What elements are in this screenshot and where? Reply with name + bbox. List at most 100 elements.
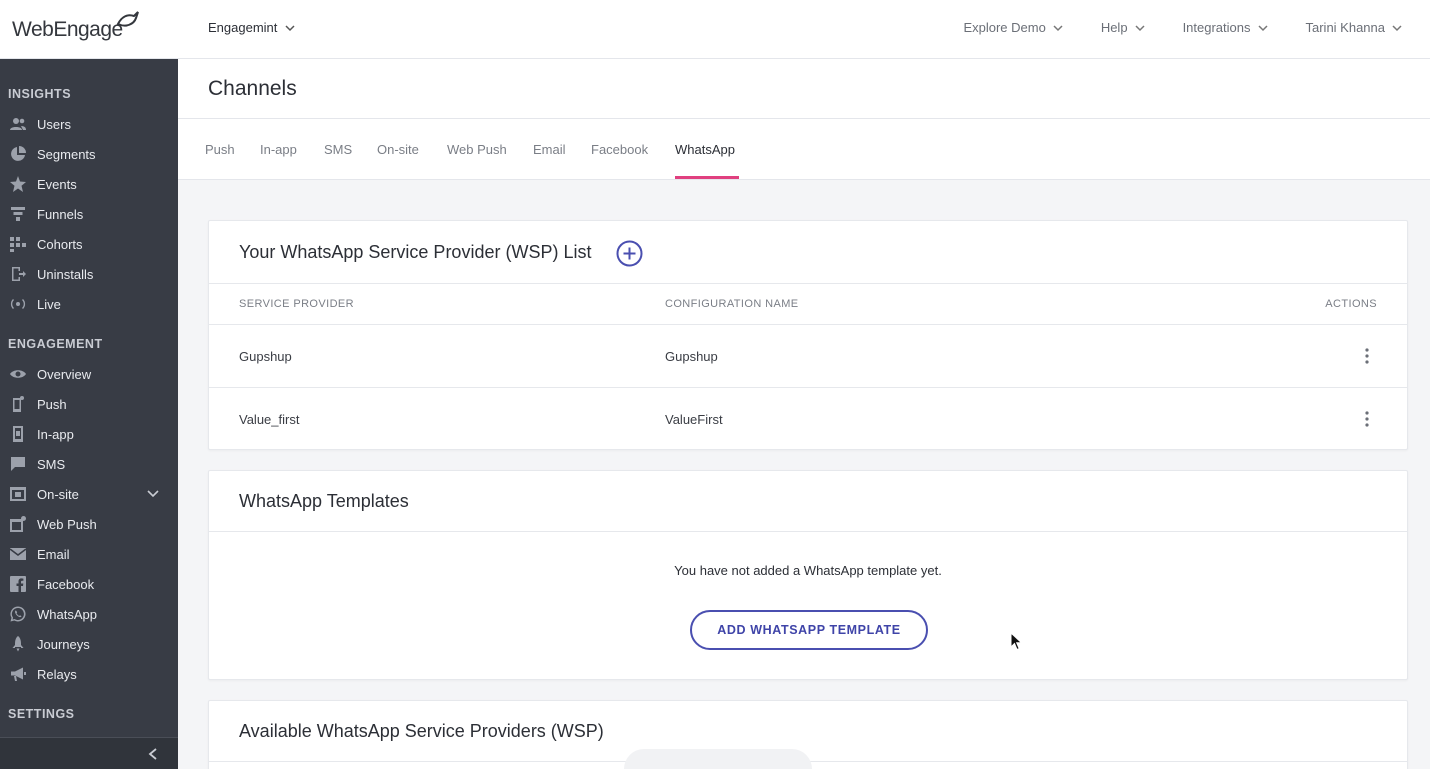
chevron-down-icon	[1135, 24, 1145, 31]
sidebar-item-label: Events	[37, 176, 77, 192]
sidebar-item-label: Web Push	[37, 516, 97, 532]
tab-web-push[interactable]: Web Push	[447, 142, 507, 157]
divider	[209, 387, 1407, 388]
sidebar-item-events[interactable]: Events	[0, 169, 178, 199]
sidebar-item-cohorts[interactable]: Cohorts	[0, 229, 178, 259]
divider	[209, 324, 1407, 325]
chevron-left-icon[interactable]	[148, 748, 158, 760]
sidebar-item-overview[interactable]: Overview	[0, 359, 178, 389]
column-header-actions: ACTIONS	[1325, 298, 1377, 310]
sidebar-item-label: Cohorts	[37, 236, 83, 252]
tab-whatsapp[interactable]: WhatsApp	[675, 142, 735, 157]
channel-tabs: Push In-app SMS On-site Web Push Email F…	[178, 119, 1430, 180]
sidebar-item-email[interactable]: Email	[0, 539, 178, 569]
available-wsp-title: Available WhatsApp Service Providers (WS…	[239, 721, 604, 741]
sidebar-collapse-bar[interactable]	[0, 737, 178, 769]
sidebar-item-label: Facebook	[37, 576, 95, 592]
sidebar-item-label: WhatsApp	[37, 606, 97, 622]
tab-email[interactable]: Email	[533, 142, 566, 157]
more-options-icon[interactable]	[1359, 409, 1375, 429]
integrations-menu[interactable]: Integrations	[1183, 20, 1268, 35]
mobile-icon	[8, 396, 28, 412]
sidebar-item-live[interactable]: Live	[0, 289, 178, 319]
chevron-down-icon	[1257, 24, 1268, 31]
divider	[209, 283, 1407, 284]
tab-sms[interactable]: SMS	[324, 142, 352, 157]
sidebar-item-label: Journeys	[37, 636, 90, 652]
sidebar-item-users[interactable]: Users	[0, 109, 178, 139]
browser-icon	[8, 516, 28, 532]
broadcast-icon	[8, 296, 28, 312]
sidebar-item-funnels[interactable]: Funnels	[0, 199, 178, 229]
sidebar-item-uninstalls[interactable]: Uninstalls	[0, 259, 178, 289]
bird-icon	[116, 11, 139, 27]
logo-text-engage: Engage	[53, 18, 123, 41]
active-tab-indicator	[675, 176, 739, 179]
sidebar-item-label: Segments	[37, 146, 96, 162]
project-selector[interactable]: Engagemint	[208, 20, 295, 35]
chevron-down-icon	[285, 24, 295, 31]
star-icon	[8, 176, 28, 192]
help-label: Help	[1100, 20, 1128, 35]
sidebar-item-label: Uninstalls	[37, 266, 94, 282]
sidebar-item-on-site[interactable]: On-site	[0, 479, 178, 509]
provider-cell: Gupshup	[239, 349, 292, 364]
sidebar-item-label: On-site	[37, 486, 79, 502]
sidebar-item-push[interactable]: Push	[0, 389, 178, 419]
chevron-down-icon	[1392, 24, 1402, 31]
sidebar-item-sms[interactable]: SMS	[0, 449, 178, 479]
project-name: Engagemint	[208, 20, 278, 35]
section-title-insights: INSIGHTS	[8, 87, 72, 101]
sidebar-item-relays[interactable]: Relays	[0, 659, 178, 689]
tablet-icon	[8, 426, 28, 442]
sidebar-item-whatsapp[interactable]: WhatsApp	[0, 599, 178, 629]
explore-demo-label: Explore Demo	[963, 20, 1046, 35]
mail-icon	[8, 546, 28, 562]
rocket-icon	[8, 636, 28, 652]
top-nav: Explore Demo Help Integrations Tarini Kh…	[963, 20, 1402, 35]
sidebar-item-label: SMS	[37, 456, 66, 472]
megaphone-icon	[8, 666, 28, 682]
message-icon	[8, 456, 28, 472]
sidebar-item-label: Email	[37, 546, 70, 562]
window-icon	[8, 486, 28, 502]
webengage-logo[interactable]: WebEngage	[12, 10, 142, 44]
logo-text-web: Web	[12, 18, 54, 41]
sidebar-item-in-app[interactable]: In-app	[0, 419, 178, 449]
top-bar: WebEngage Engagemint Explore Demo Help I…	[0, 0, 1430, 59]
tab-in-app[interactable]: In-app	[260, 142, 297, 157]
sidebar-item-facebook[interactable]: Facebook	[0, 569, 178, 599]
integrations-label: Integrations	[1182, 20, 1251, 35]
chevron-down-icon[interactable]	[146, 487, 160, 501]
sidebar-item-label: Live	[37, 296, 61, 312]
wsp-list-title: Your WhatsApp Service Provider (WSP) Lis…	[239, 242, 592, 262]
divider	[209, 531, 1407, 532]
tab-facebook[interactable]: Facebook	[591, 142, 648, 157]
facebook-icon	[8, 576, 28, 592]
sidebar-item-web-push[interactable]: Web Push	[0, 509, 178, 539]
pie-chart-icon	[8, 146, 28, 162]
wsp-list-card: Your WhatsApp Service Provider (WSP) Lis…	[208, 220, 1408, 450]
chevron-down-icon	[1053, 24, 1063, 31]
help-menu[interactable]: Help	[1101, 20, 1145, 35]
tab-on-site[interactable]: On-site	[377, 142, 419, 157]
add-whatsapp-template-button[interactable]: ADD WHATSAPP TEMPLATE	[690, 610, 928, 650]
tab-push[interactable]: Push	[205, 142, 235, 157]
sidebar-item-label: In-app	[37, 426, 74, 442]
more-options-icon[interactable]	[1359, 346, 1375, 366]
explore-demo-menu[interactable]: Explore Demo	[963, 20, 1063, 35]
sidebar: INSIGHTS Users Segments Events Funnels C…	[0, 59, 178, 769]
exit-icon	[8, 266, 28, 282]
column-header-service-provider: SERVICE PROVIDER	[239, 298, 355, 310]
add-wsp-button[interactable]	[616, 240, 643, 267]
whatsapp-icon	[8, 606, 28, 622]
sidebar-item-label: Funnels	[37, 206, 84, 222]
sidebar-item-segments[interactable]: Segments	[0, 139, 178, 169]
page-header: Channels	[178, 59, 1430, 119]
funnel-icon	[8, 206, 28, 222]
sidebar-item-journeys[interactable]: Journeys	[0, 629, 178, 659]
sidebar-item-label: Users	[37, 116, 71, 132]
column-header-configuration-name: CONFIGURATION NAME	[665, 298, 799, 310]
user-menu[interactable]: Tarini Khanna	[1306, 20, 1403, 35]
users-icon	[8, 116, 28, 132]
